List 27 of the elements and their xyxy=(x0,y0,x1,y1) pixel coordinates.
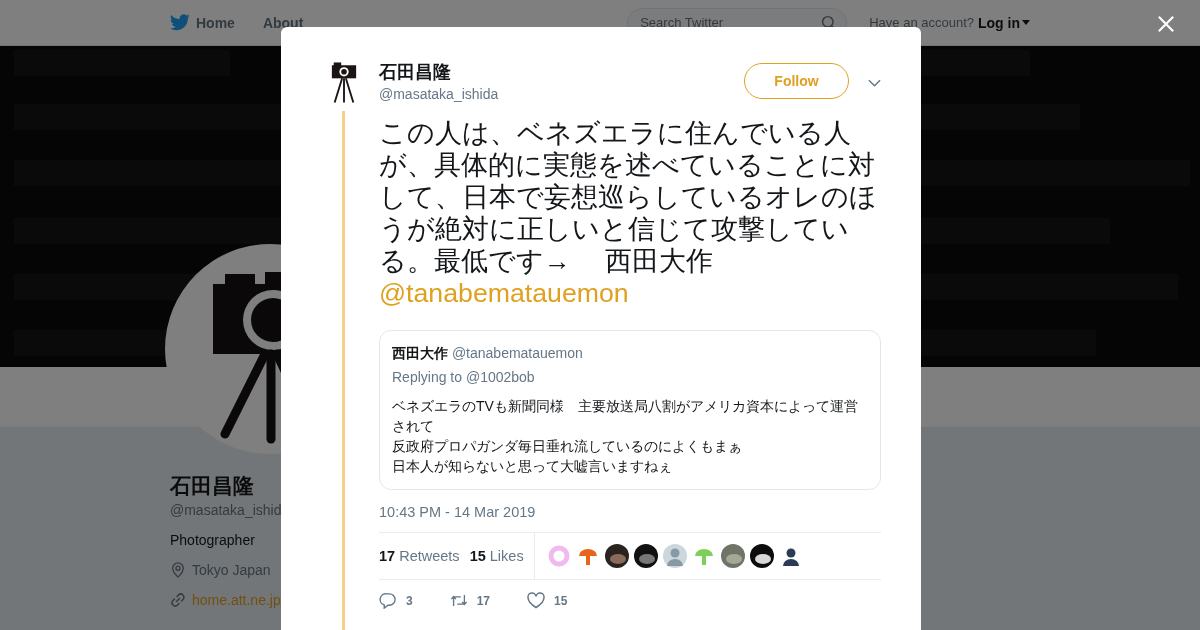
account-prompt: Have an account? xyxy=(869,15,974,30)
quoted-tweet-text: ベネズエラのTVも新聞同様 主要放送局八割がアメリカ資本によって運営されて xyxy=(392,397,859,436)
login-button[interactable]: Log in xyxy=(978,14,1030,31)
retweet-button[interactable]: 17 xyxy=(449,592,491,609)
quoted-tweet-text: 日本人が知らないと思って大嘘言いますねぇ xyxy=(392,457,673,476)
profile-handle: @masataka_ishid xyxy=(170,502,283,518)
reply-button[interactable]: 3 xyxy=(379,592,413,609)
link-icon xyxy=(170,592,186,608)
like-button[interactable]: 15 xyxy=(527,592,568,609)
tweet-timestamp: 10:43 PM - 14 Mar 2019 xyxy=(379,504,537,520)
location-icon xyxy=(170,562,186,578)
nav-link[interactable]: Home xyxy=(170,14,235,31)
retweet-count[interactable]: 17 Retweets xyxy=(379,548,460,564)
caret-icon xyxy=(1022,20,1030,25)
retweet-icon xyxy=(449,592,468,609)
profile-location: Tokyo Japan xyxy=(192,562,271,578)
nav-link[interactable]: About xyxy=(262,14,304,31)
close-icon[interactable] xyxy=(1157,15,1175,33)
speech-bubble-icon xyxy=(379,592,397,609)
quoted-tweet[interactable]: 西田大作 @tanabematauemon Replying to @1002bob ベネズエラのTVも新聞同様 主要放送局八割がアメリカ資本によって運営されて 反政府プロパガンダ毎日垂れ流しているのによくもまぁ 日本人が知らないと思って大嘘言いますねぇ xyxy=(379,330,881,490)
bird-icon xyxy=(170,14,190,31)
profile-bio: Photographer xyxy=(170,532,256,548)
replying-to-label: Replying to @1002bob xyxy=(392,368,536,387)
like-count[interactable]: 15 Likes xyxy=(469,548,524,564)
heart-icon xyxy=(527,592,546,609)
profile-name: 石田昌隆 xyxy=(170,473,255,499)
quoted-tweet-text: 反政府プロパガンダ毎日垂れ流しているのによくもまぁ xyxy=(392,437,743,456)
